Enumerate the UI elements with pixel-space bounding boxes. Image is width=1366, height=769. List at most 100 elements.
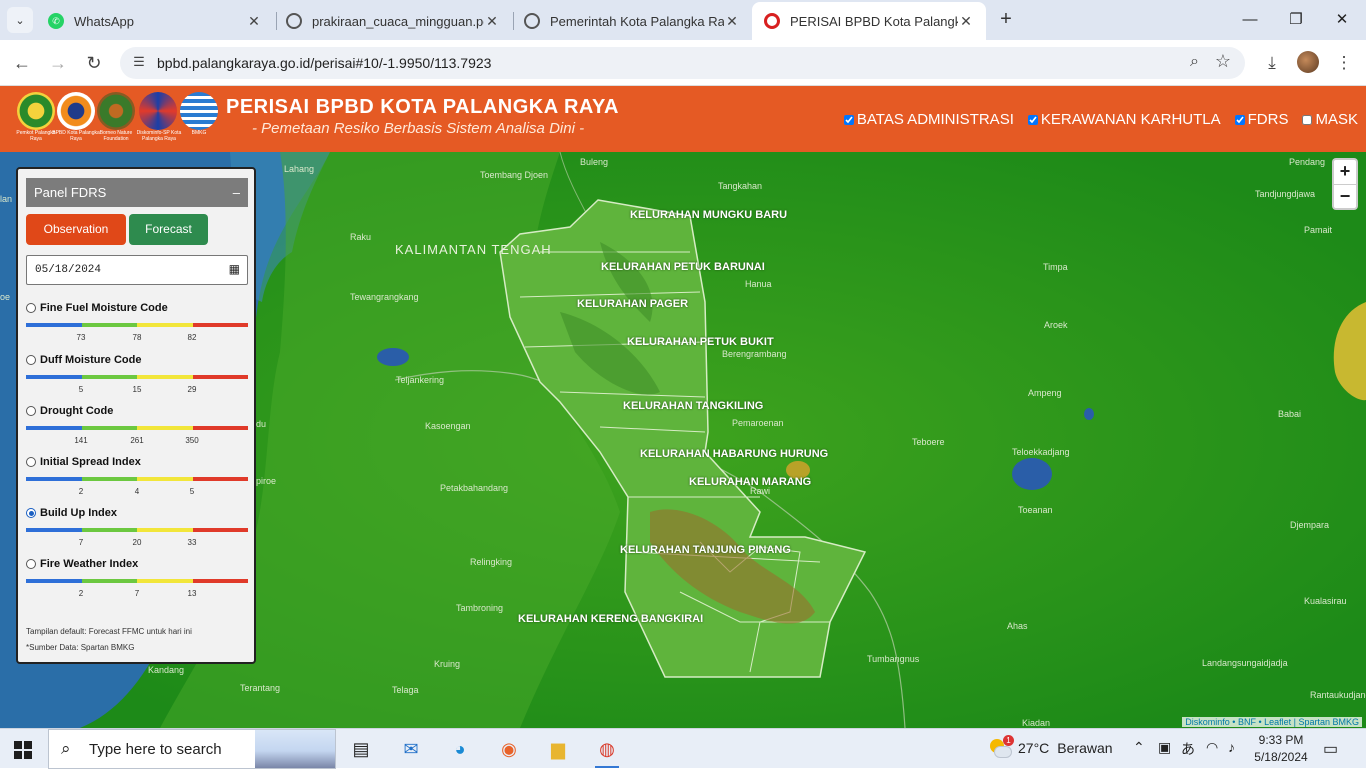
minimize-window-icon[interactable]: — [1238, 8, 1262, 32]
firefox-icon[interactable]: ◉ [495, 735, 523, 763]
scale-tick: 20 [132, 538, 142, 547]
download-icon[interactable]: ⤓ [1261, 52, 1283, 74]
zoom-out-button[interactable]: − [1334, 184, 1356, 208]
index-label[interactable]: Fine Fuel Moisture Code [40, 302, 168, 314]
logo-caption: Borneo Nature Foundation [99, 130, 133, 142]
region-label: KALIMANTAN TENGAH [395, 242, 552, 257]
scale-tick: 29 [187, 385, 197, 394]
layer-label: KERAWANAN KARHUTLA [1040, 111, 1221, 128]
close-tab-icon[interactable]: ✕ [958, 13, 974, 30]
bookmark-star-icon[interactable]: ☆ [1215, 51, 1231, 72]
color-scale [26, 528, 248, 532]
layer-toggle-mask[interactable]: MASK [1302, 111, 1358, 128]
menu-kebab-icon[interactable]: ⋮ [1333, 52, 1355, 74]
new-tab-button[interactable]: + [994, 8, 1018, 32]
layer-checkbox[interactable] [1027, 114, 1038, 125]
index-radio[interactable] [26, 303, 36, 313]
index-label[interactable]: Drought Code [40, 405, 113, 417]
lake [1084, 408, 1094, 420]
index-radio-selected[interactable] [26, 508, 36, 518]
file-explorer-icon[interactable]: ▆ [544, 735, 572, 763]
tab-pdf[interactable]: prakiraan_cuaca_mingguan.pdf ✕ [274, 2, 512, 40]
calendar-icon[interactable]: ▦ [229, 256, 240, 284]
kelurahan-label: KELURAHAN PETUK BARUNAI [601, 261, 765, 273]
index-label[interactable]: Initial Spread Index [40, 456, 141, 468]
index-radio[interactable] [26, 457, 36, 467]
close-window-icon[interactable]: ✕ [1330, 8, 1354, 32]
scale-tick: 78 [132, 333, 142, 342]
zoom-control: + − [1332, 158, 1358, 210]
index-label[interactable]: Duff Moisture Code [40, 354, 141, 366]
close-tab-icon[interactable]: ✕ [246, 13, 262, 30]
tab-title: PERISAI BPBD Kota Palangka Raya [790, 13, 958, 29]
mail-icon[interactable]: ✉ [397, 735, 425, 763]
tab-whatsapp[interactable]: ✆ WhatsApp ✕ [36, 2, 274, 40]
scale-tick: 2 [78, 589, 84, 598]
tab-search-chevron-icon[interactable]: ⌄ [7, 7, 33, 33]
task-view-icon[interactable]: ▤ [347, 735, 375, 763]
diskominfo-logo [139, 92, 177, 130]
forward-icon[interactable]: → [45, 50, 71, 76]
place-label: Hanua [745, 279, 772, 289]
place-label: Aroek [1044, 320, 1068, 330]
restore-window-icon[interactable]: ❐ [1284, 8, 1308, 32]
edge-icon[interactable]: ◕ [446, 735, 474, 763]
panel-minimize-button[interactable]: – [233, 178, 240, 207]
layer-toggle-batas-administrasi[interactable]: BATAS ADMINISTRASI [843, 111, 1014, 128]
wifi-icon[interactable]: ◠ [1206, 739, 1218, 756]
scale-tick: 4 [134, 487, 140, 496]
layer-checkbox[interactable] [1302, 114, 1313, 125]
place-label: Babai [1278, 409, 1302, 419]
zoom-in-button[interactable]: + [1334, 160, 1356, 184]
place-label: Ahas [1007, 621, 1028, 631]
layer-checkbox[interactable] [843, 114, 854, 125]
zoom-icon[interactable]: ⌕ [1190, 53, 1199, 71]
chrome-icon[interactable]: ◍ [593, 735, 621, 768]
tray-chevron-icon[interactable]: ⌃ [1133, 739, 1145, 756]
place-label: Pemaroenan [732, 418, 784, 428]
layer-toggle-fdrs[interactable]: FDRS [1234, 111, 1288, 128]
windows-start-icon[interactable] [14, 741, 32, 759]
windows-taskbar: ⌕ Type here to search ▤ ✉ ◕ ◉ ▆ ◍ 1 27°C… [0, 728, 1366, 769]
scale-tick: 261 [130, 436, 144, 445]
address-bar[interactable]: ☰ bpbd.palangkaraya.go.id/perisai#10/-1.… [120, 47, 1245, 79]
close-tab-icon[interactable]: ✕ [484, 13, 500, 30]
system-clock[interactable]: 9:33 PM 5/18/2024 [1248, 732, 1314, 766]
index-drought-code: Drought Code 141 261 350 [26, 405, 248, 456]
volume-icon[interactable]: ♪ [1228, 739, 1235, 755]
place-label: Terantang [240, 683, 281, 693]
taskbar-search-box[interactable]: ⌕ Type here to search [48, 729, 336, 769]
date-input[interactable]: 05/18/2024 ▦ [26, 255, 248, 285]
tab-perisai[interactable]: PERISAI BPBD Kota Palangka Raya ✕ [752, 2, 986, 40]
tab-pemkot[interactable]: Pemerintah Kota Palangka Raya ✕ [512, 2, 752, 40]
place-label: Kualasirau [1304, 596, 1347, 606]
layer-checkbox[interactable] [1234, 114, 1245, 125]
layer-toggle-kerawanan-karhutla[interactable]: KERAWANAN KARHUTLA [1027, 111, 1221, 128]
place-label: Telaga [392, 685, 419, 695]
bnf-logo [97, 92, 135, 130]
forecast-button[interactable]: Forecast [129, 214, 208, 245]
index-label[interactable]: Fire Weather Index [40, 558, 138, 570]
notification-center-icon[interactable]: ▭ [1323, 739, 1338, 759]
color-scale [26, 426, 248, 430]
index-radio[interactable] [26, 406, 36, 416]
reload-icon[interactable]: ↻ [81, 50, 107, 76]
profile-avatar[interactable] [1297, 51, 1319, 73]
weather-widget[interactable]: 1 27°C Berawan [988, 735, 1113, 759]
scale-tick: 15 [132, 385, 142, 394]
index-label[interactable]: Build Up Index [40, 507, 117, 519]
map-attribution[interactable]: Diskominfo • BNF • Leaflet | Spartan BMK… [1182, 717, 1362, 727]
observation-button[interactable]: Observation [26, 214, 126, 245]
url-text[interactable]: bpbd.palangkaraya.go.id/perisai#10/-1.99… [157, 55, 491, 71]
panel-note-source: *Sumber Data: Spartan BMKG [26, 643, 135, 652]
index-radio[interactable] [26, 559, 36, 569]
input-method-icon[interactable]: あ [1181, 739, 1195, 759]
close-tab-icon[interactable]: ✕ [724, 13, 740, 30]
site-info-icon[interactable]: ☰ [130, 54, 148, 72]
kelurahan-label: KELURAHAN MARANG [689, 476, 812, 488]
place-label: Pendang [1289, 157, 1326, 167]
back-icon[interactable]: ← [9, 50, 35, 76]
page-subtitle: - Pemetaan Resiko Berbasis Sistem Analis… [252, 120, 585, 137]
meet-now-icon[interactable]: ▣ [1158, 739, 1171, 756]
index-radio[interactable] [26, 355, 36, 365]
